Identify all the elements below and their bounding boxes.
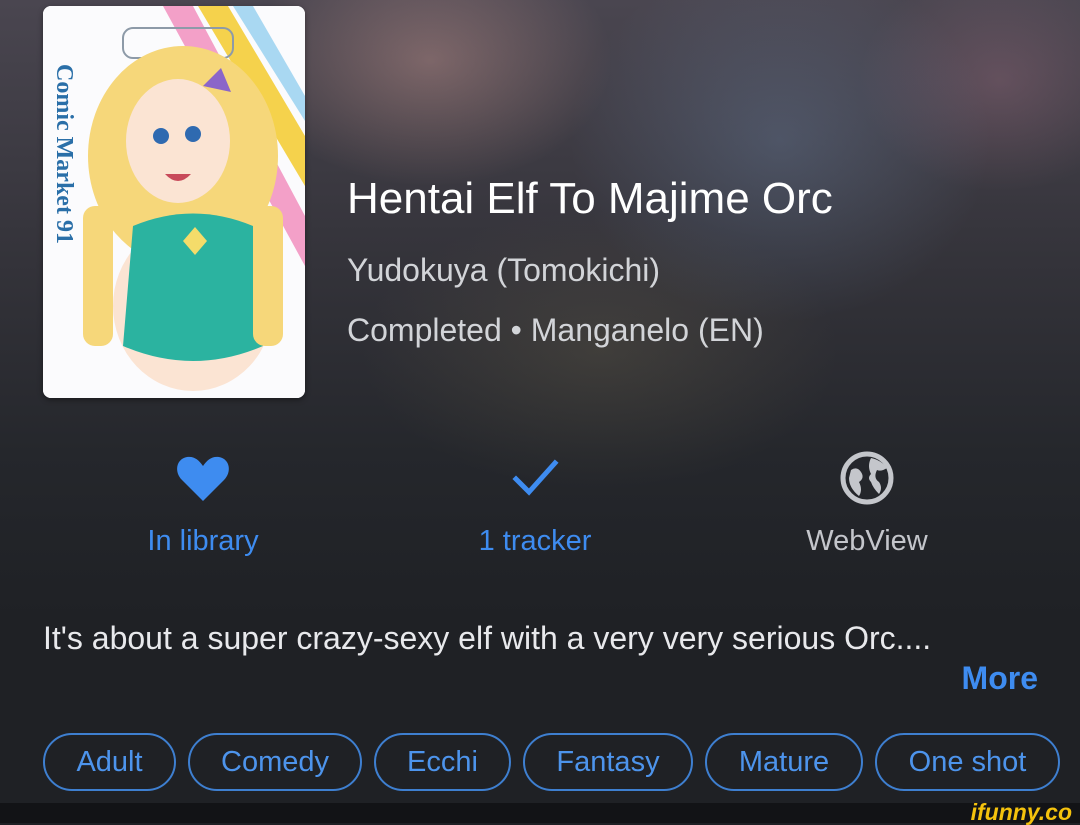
genre-tag-fantasy[interactable]: Fantasy <box>523 733 693 791</box>
manga-title: Hentai Elf To Majime Orc <box>347 174 833 223</box>
webview-label: WebView <box>806 525 928 557</box>
tracker-label: 1 tracker <box>478 525 592 557</box>
genre-tag-one-shot[interactable]: One shot <box>875 733 1060 791</box>
footer-bar <box>0 803 1080 823</box>
check-icon <box>512 459 559 496</box>
globe-icon <box>840 451 894 505</box>
genre-tag-mature[interactable]: Mature <box>705 733 863 791</box>
in-library-label: In library <box>147 525 259 557</box>
genre-tag-ecchi[interactable]: Ecchi <box>374 733 511 791</box>
cover-illustration: Comic Market 91 <box>43 6 305 398</box>
more-button[interactable]: More <box>962 660 1038 697</box>
description-text: It's about a super crazy-sexy elf with a… <box>43 620 932 656</box>
watermark: ifunny.co <box>970 799 1072 825</box>
cover-vertical-text: Comic Market 91 <box>51 64 77 244</box>
webview-button[interactable]: WebView <box>747 448 987 572</box>
in-library-button[interactable]: In library <box>83 448 323 572</box>
genre-tag-adult[interactable]: Adult <box>43 733 176 791</box>
tracker-button[interactable]: 1 tracker <box>415 448 655 572</box>
heart-icon <box>177 456 229 501</box>
genre-tag-comedy[interactable]: Comedy <box>188 733 362 791</box>
manga-author[interactable]: Yudokuya (Tomokichi) <box>347 252 660 289</box>
cover-image[interactable]: Comic Market 91 <box>43 6 305 398</box>
manga-status-source: Completed • Manganelo (EN) <box>347 312 764 348</box>
